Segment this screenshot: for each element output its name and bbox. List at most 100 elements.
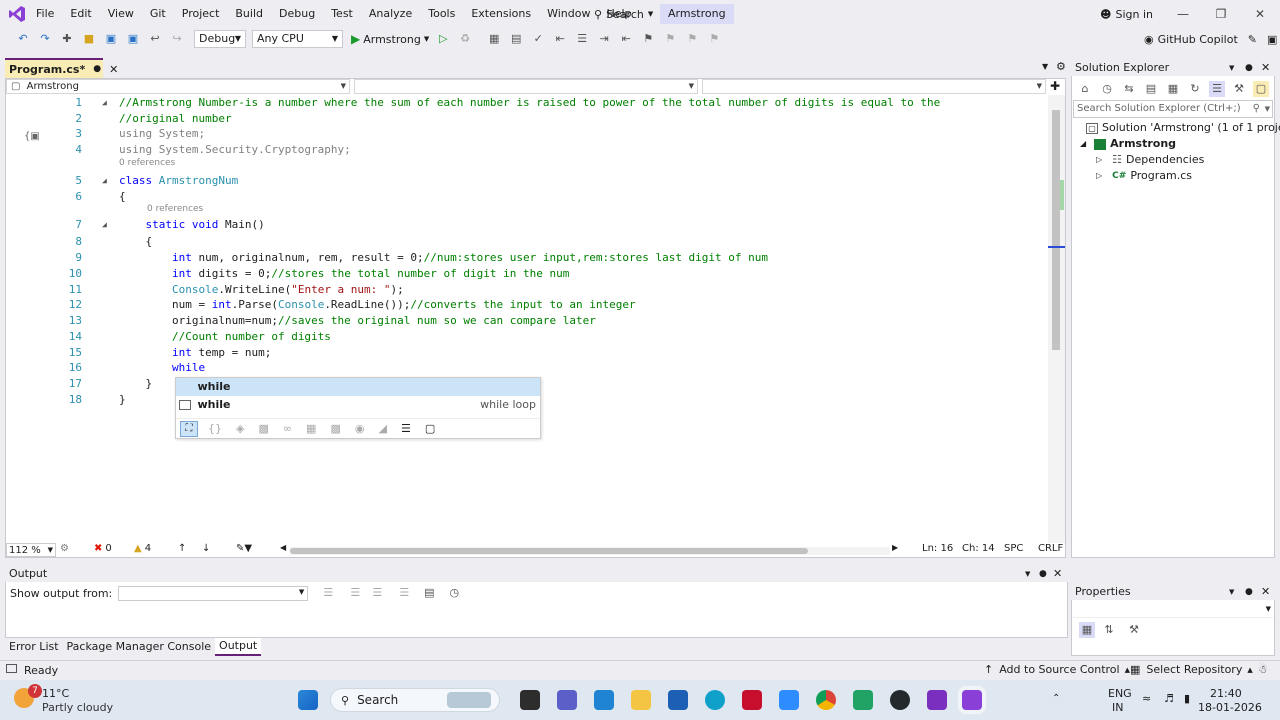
teams-icon[interactable] — [557, 690, 577, 710]
undo-icon[interactable]: ↩ — [147, 31, 163, 47]
chevron-up-icon[interactable]: ⌃ — [1052, 693, 1060, 704]
menu-project[interactable]: Project — [174, 0, 228, 28]
collapse-all-icon[interactable]: ▤ — [1143, 81, 1159, 97]
clear-all-icon[interactable]: ☰ — [396, 585, 412, 601]
properties-object-dropdown[interactable]: ▼ — [1073, 603, 1273, 618]
struct-filter-icon[interactable]: ▩ — [258, 422, 268, 435]
browse-icon[interactable]: ▦ — [486, 31, 502, 47]
code-editor[interactable]: 1 //Armstrong Number-is a number where th… — [6, 95, 1046, 543]
code-lens-references[interactable]: 0 references — [147, 204, 203, 214]
menu-test[interactable]: Test — [323, 0, 361, 28]
interface-filter-icon[interactable]: ∞ — [283, 422, 292, 435]
spreadsheet-app-icon[interactable] — [853, 690, 873, 710]
outdent-icon[interactable]: ⇤ — [618, 31, 634, 47]
fold-arrow-icon[interactable]: ◢ — [102, 95, 107, 111]
expander-icon[interactable]: ⛶ — [180, 420, 198, 437]
language-primary[interactable]: ENG — [1108, 687, 1132, 700]
tree-item-solution[interactable]: ▢ Solution 'Armstrong' (1 of 1 project) — [1086, 120, 1280, 136]
class-filter-icon[interactable]: ◈ — [236, 422, 244, 435]
tab-package-manager-console[interactable]: Package Manager Console — [63, 639, 215, 655]
vscode-icon[interactable] — [594, 690, 614, 710]
menu-tools[interactable]: Tools — [420, 0, 463, 28]
add-icon[interactable]: ✚ — [1050, 79, 1060, 93]
history-icon[interactable]: ◷ — [1099, 81, 1115, 97]
code-line[interactable]: 8 { — [6, 234, 1046, 250]
line-ending-indicator[interactable]: CRLF — [1038, 543, 1063, 554]
weather-widget[interactable]: 7 — [14, 684, 42, 712]
close-icon[interactable]: ✕ — [1053, 566, 1062, 582]
scroll-right-icon[interactable]: ▶ — [892, 543, 898, 552]
code-line[interactable]: 9 int num, originalnum, rem, result = 0;… — [6, 250, 1046, 266]
new-project-icon[interactable]: ✚ — [59, 31, 75, 47]
tree-item-dependencies[interactable]: ▷ ☷ Dependencies — [1096, 152, 1204, 168]
code-line[interactable]: 3 using System; — [6, 126, 1046, 142]
type-nav-dropdown[interactable]: ▼ — [354, 79, 698, 94]
code-line[interactable]: 5 class ArmstrongNum ◢ — [6, 173, 1046, 189]
settings-gear-icon[interactable]: ⚙ — [1056, 60, 1066, 73]
chrome-icon[interactable] — [816, 690, 836, 710]
arrow-down-icon[interactable]: ↓ — [202, 543, 210, 554]
bookmark-icon[interactable]: ⚑ — [640, 31, 656, 47]
quick-actions-icon[interactable]: {▣ — [24, 131, 40, 142]
code-line[interactable]: 12 num = int.Parse(Console.ReadLine());/… — [6, 297, 1046, 313]
code-line[interactable]: 1 //Armstrong Number-is a number where th… — [6, 95, 1046, 111]
github-desktop-icon[interactable] — [890, 690, 910, 710]
chevron-down-icon[interactable]: ▼ — [1229, 584, 1234, 600]
tab-program-cs[interactable]: Program.cs* ● ✕ — [5, 58, 118, 78]
close-icon[interactable]: ✕ — [1261, 60, 1270, 76]
add-to-source-control-button[interactable]: ↑ Add to Source Control ▲ — [984, 663, 1130, 676]
tab-output[interactable]: Output — [215, 638, 262, 656]
code-line[interactable]: 16 while — [6, 360, 1046, 376]
menu-edit[interactable]: Edit — [62, 0, 99, 28]
warnings-indicator[interactable]: ▲ 4 — [134, 543, 151, 554]
pin-icon[interactable]: ● — [93, 61, 101, 78]
menu-file[interactable]: File — [28, 0, 62, 28]
whitespace-indicator[interactable]: SPC — [1004, 543, 1023, 554]
property-pages-icon[interactable]: ⚒ — [1126, 622, 1142, 638]
alphabetical-icon[interactable]: ⇅ — [1101, 622, 1117, 638]
clock-date[interactable]: 18-01-2026 — [1198, 701, 1262, 714]
namespace-filter-icon[interactable]: {} — [208, 422, 222, 435]
save-all-icon[interactable]: ▣ — [125, 31, 141, 47]
minimize-button[interactable]: — — [1166, 4, 1200, 24]
menu-build[interactable]: Build — [227, 0, 271, 28]
menu-view[interactable]: View — [100, 0, 142, 28]
categorized-icon[interactable]: ▦ — [1079, 622, 1095, 638]
completion-item-while-keyword[interactable]: while — [176, 378, 540, 396]
code-line[interactable]: 11 Console.WriteLine("Enter a num: "); — [6, 282, 1046, 298]
show-all-files-icon[interactable]: ▦ — [1165, 81, 1181, 97]
edge-icon[interactable] — [705, 690, 725, 710]
refresh-icon[interactable]: ↻ — [1187, 81, 1203, 97]
enum-filter-icon[interactable]: ▦ — [306, 422, 316, 435]
home-icon[interactable]: ⌂ — [1077, 81, 1093, 97]
menu-git[interactable]: Git — [142, 0, 174, 28]
code-lens-references[interactable]: 0 references — [119, 158, 175, 168]
step-icon[interactable]: ⇤ — [552, 31, 568, 47]
filter-icon[interactable]: ☰ — [1209, 81, 1225, 97]
visual-studio-taskbar-icon[interactable] — [962, 690, 982, 710]
line-indicator[interactable]: Ln: 16 — [922, 543, 953, 554]
code-line[interactable]: 6{ — [6, 189, 1046, 205]
format-icon[interactable]: ☰ — [574, 31, 590, 47]
platform-dropdown[interactable]: Any CPU ▼ — [252, 30, 343, 48]
pin-icon[interactable]: ● — [1245, 584, 1253, 600]
sign-in-button[interactable]: ☻ Sign in — [1100, 4, 1153, 24]
zoom-dropdown[interactable]: 112 % ▼ — [6, 543, 56, 557]
select-repository-button[interactable]: ▦ Select Repository ▲ — [1130, 663, 1253, 676]
completion-item-while-snippet[interactable]: while while loop — [176, 396, 540, 414]
language-secondary[interactable]: IN — [1112, 701, 1123, 714]
solution-explorer-search-input[interactable]: Search Solution Explorer (Ctrl+;) ⚲ ▼ — [1073, 100, 1273, 118]
method-filter-icon[interactable]: ◢ — [378, 422, 386, 435]
chevron-down-icon[interactable]: ▼ — [1229, 60, 1234, 76]
bookmark-clear-icon[interactable]: ⚑ — [706, 31, 722, 47]
tab-list-chevron-icon[interactable]: ▼ — [1042, 62, 1048, 71]
back-icon[interactable]: ↶ — [15, 31, 31, 47]
share-icon[interactable]: ✎ — [1248, 33, 1257, 46]
media-app-icon[interactable] — [927, 690, 947, 710]
code-line[interactable]: 4 using System.Security.Cryptography; — [6, 142, 1046, 158]
indent-icon[interactable]: ⇥ — [596, 31, 612, 47]
notifications-icon[interactable]: ☃ — [1258, 663, 1268, 676]
open-folder-icon[interactable]: ■ — [81, 31, 97, 47]
maximize-button[interactable]: ❐ — [1204, 4, 1238, 24]
sync-icon[interactable]: ⇆ — [1121, 81, 1137, 97]
